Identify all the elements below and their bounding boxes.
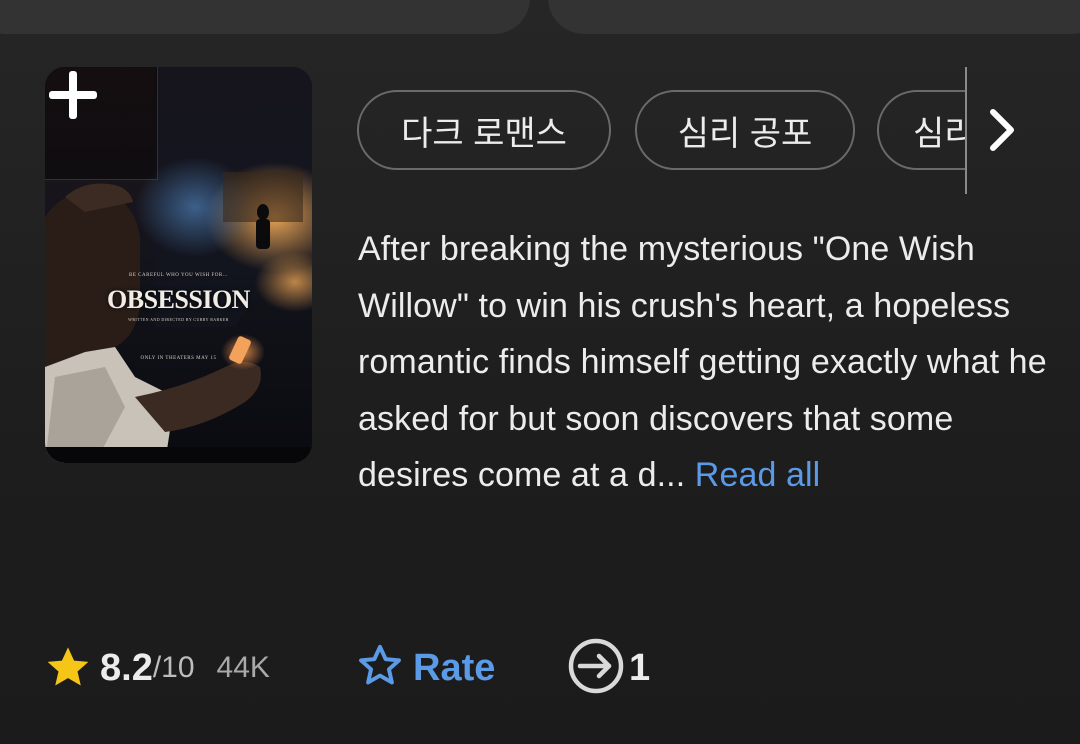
poster-release-date: ONLY IN THEATERS MAY 15 [140, 356, 217, 361]
star-outline-icon [355, 641, 405, 696]
read-all-link[interactable]: Read all [695, 456, 821, 494]
movie-poster[interactable]: BE CAREFUL WHO YOU WISH FOR... OBSESSION… [45, 67, 312, 463]
genre-chip-psychological[interactable]: 심리 [877, 90, 967, 170]
genre-chip-dark-romance[interactable]: 다크 로맨스 [357, 90, 611, 170]
chevron-right-icon [985, 106, 1019, 159]
chip-scroll-divider [965, 67, 967, 194]
top-action-button-left[interactable] [0, 0, 530, 34]
genre-chip-psychological-horror[interactable]: 심리 공포 [635, 90, 855, 170]
rating-value: 8.2 [100, 646, 153, 689]
star-filled-icon [42, 642, 94, 694]
poster-tagline: BE CAREFUL WHO YOU WISH FOR... [129, 273, 228, 278]
share-button[interactable]: 1 [567, 638, 650, 698]
rate-button[interactable]: Rate [355, 640, 495, 696]
plot-text: After breaking the mysterious "One Wish … [358, 230, 1047, 494]
top-action-button-right[interactable] [548, 0, 1080, 34]
vote-count: 44K [216, 651, 270, 684]
arrow-circle-icon [567, 637, 625, 700]
imdb-rating[interactable]: 8.2 /10 44K [42, 640, 270, 696]
poster-title: OBSESSION [107, 285, 250, 314]
title-overview-panel: BE CAREFUL WHO YOU WISH FOR... OBSESSION… [0, 0, 1080, 744]
plot-description: After breaking the mysterious "One Wish … [358, 221, 1048, 504]
rating-max: /10 [152, 651, 195, 684]
share-count: 1 [629, 646, 651, 689]
add-to-watchlist-button[interactable] [45, 67, 158, 180]
rate-label: Rate [413, 646, 496, 689]
poster-credit: WRITTEN AND DIRECTED BY CURRY BARKER [128, 317, 229, 322]
chip-scroll-next-button[interactable] [978, 104, 1026, 160]
genre-chip-row: 다크 로맨스 심리 공포 심리 [357, 90, 967, 174]
